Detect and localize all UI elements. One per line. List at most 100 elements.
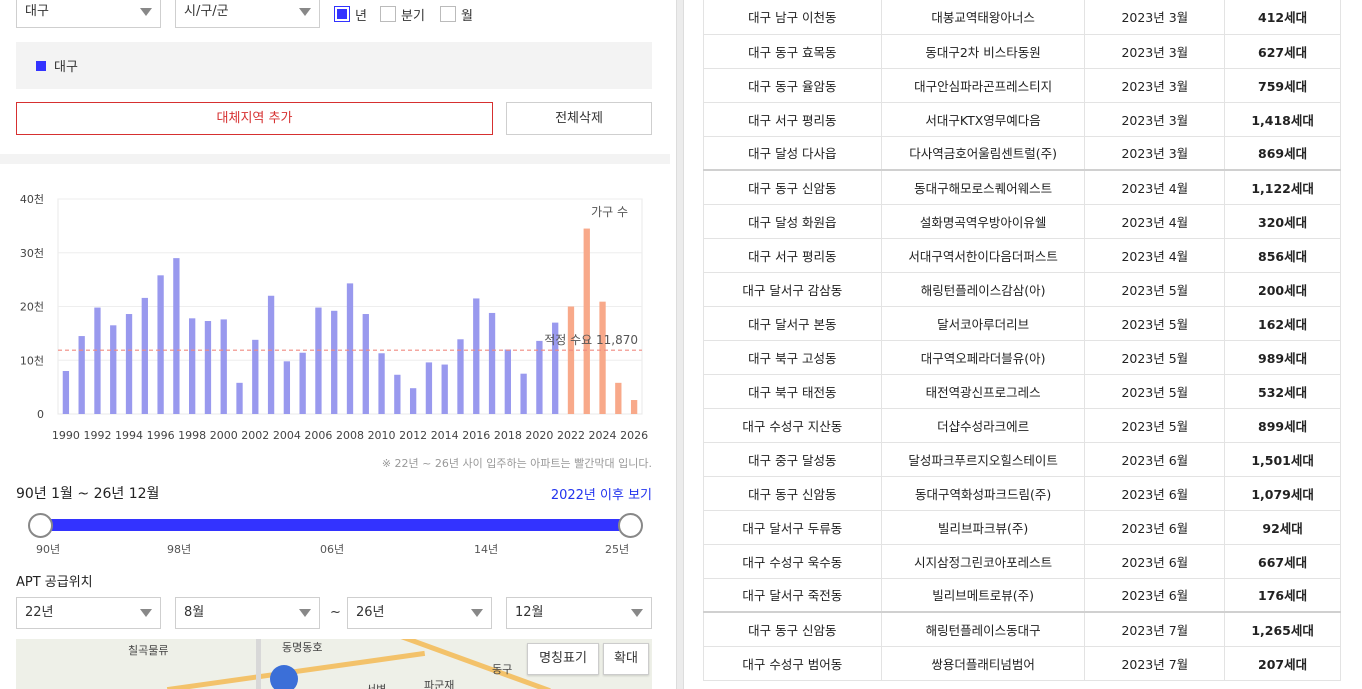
table-row[interactable]: 대구 수성구 욱수동 시지삼정그린코아포레스트 2023년 6월 667세대	[703, 544, 1341, 579]
range-slider-end-handle[interactable]	[618, 513, 643, 538]
table-row[interactable]: 대구 동구 효목동 동대구2차 비스타동원 2023년 3월 627세대	[703, 34, 1341, 69]
show-names-button[interactable]: 명칭표기	[527, 643, 599, 675]
chart-bar	[362, 314, 369, 414]
from-month-select[interactable]: 8월	[175, 597, 320, 629]
row-units: 412세대	[1224, 0, 1341, 35]
row-region: 대구 서구 평리동	[703, 238, 882, 273]
map-label: 파군재	[424, 679, 455, 689]
x-tick-label: 2024	[589, 429, 617, 442]
x-tick-label: 2010	[368, 429, 396, 442]
table-row[interactable]: 대구 동구 신암동 해링턴플레이스동대구 2023년 7월 1,265세대	[703, 611, 1341, 647]
table-row[interactable]: 대구 북구 태전동 태전역광신프로그레스 2023년 5월 532세대	[703, 374, 1341, 409]
table-row[interactable]: 대구 남구 이천동 대봉교역태왕아너스 2023년 3월 412세대	[703, 0, 1341, 35]
chart-bar	[441, 364, 448, 414]
add-region-button[interactable]: 대체지역 추가	[16, 102, 493, 135]
x-tick-label: 2016	[462, 429, 490, 442]
table-row[interactable]: 대구 서구 평리동 서대구역서한이다음더퍼스트 2023년 4월 856세대	[703, 238, 1341, 273]
supply-bar-chart: 010천20천30천40천1990 1992 1994 1996 1998 2000 200…	[20, 192, 648, 442]
chart-note: ※ 22년 ~ 26년 사이 입주하는 아파트는 빨간막대 입니다.	[381, 457, 652, 470]
x-tick-label: 2008	[336, 429, 364, 442]
table-row[interactable]: 대구 동구 신암동 동대구해모로스퀘어웨스트 2023년 4월 1,122세대	[703, 169, 1341, 205]
row-apt-name: 동대구2차 비스타동원	[880, 34, 1086, 69]
map-marker-icon[interactable]	[270, 665, 298, 689]
table-row[interactable]: 대구 북구 고성동 대구역오페라더블유(아) 2023년 5월 989세대	[703, 340, 1341, 375]
row-region: 대구 달서구 죽전동	[703, 578, 882, 613]
x-tick-label: 2026	[620, 429, 648, 442]
period-quarter-checkbox[interactable]: 분기	[380, 4, 425, 24]
row-region: 대구 동구 신암동	[703, 476, 882, 511]
table-row[interactable]: 대구 중구 달성동 달성파크푸르지오힐스테이트 2023년 6월 1,501세대	[703, 442, 1341, 477]
slider-tick: 90년	[36, 543, 61, 556]
zoom-button[interactable]: 확대	[603, 643, 649, 675]
panel-divider[interactable]	[676, 0, 684, 689]
table-row[interactable]: 대구 동구 신암동 동대구역화성파크드림(주) 2023년 6월 1,079세대	[703, 476, 1341, 511]
chart-bar	[110, 325, 117, 414]
row-apt-name: 대구안심파라곤프레스티지	[880, 68, 1086, 103]
table-row[interactable]: 대구 수성구 범어동 쌍용더플래티넘범어 2023년 7월 207세대	[703, 646, 1341, 681]
table-row[interactable]: 대구 달서구 죽전동 빌리브메트로뷰(주) 2023년 6월 176세대	[703, 578, 1341, 613]
row-units: 162세대	[1224, 306, 1341, 341]
x-tick-label: 2004	[273, 429, 301, 442]
chevron-down-icon	[140, 609, 152, 617]
table-row[interactable]: 대구 달서구 본동 달서코아루더리브 2023년 5월 162세대	[703, 306, 1341, 341]
chart-bar	[473, 298, 480, 414]
row-apt-name: 설화명곡역우방아이유쉘	[880, 204, 1086, 239]
apartment-table-panel: 대구 남구 이천동 대봉교역태왕아너스 2023년 3월 412세대 대구 동구 효목동…	[703, 0, 1341, 689]
chart-bar	[62, 371, 70, 414]
row-move-in-date: 2023년 6월	[1084, 544, 1226, 579]
chart-bar	[220, 319, 227, 414]
delete-all-button[interactable]: 전체삭제	[506, 102, 652, 135]
chart-bar	[504, 349, 511, 414]
y-tick-label: 10천	[20, 353, 44, 367]
range-slider-start-handle[interactable]	[28, 513, 53, 538]
from-year-select[interactable]: 22년	[16, 597, 161, 629]
row-units: 176세대	[1224, 578, 1341, 613]
x-tick-label: 1992	[83, 429, 111, 442]
chevron-down-icon	[299, 609, 311, 617]
row-apt-name: 빌리브메트로뷰(주)	[880, 578, 1086, 613]
row-units: 1,079세대	[1224, 476, 1341, 511]
range-slider-track[interactable]	[40, 519, 630, 531]
table-row[interactable]: 대구 달성 다사읍 다사역금호어울림센트럴(주) 2023년 3월 869세대	[703, 136, 1341, 171]
y-tick-label: 30천	[20, 246, 44, 260]
x-tick-label: 2014	[431, 429, 459, 442]
to-month-select[interactable]: 12월	[506, 597, 652, 629]
x-tick-label: 1990	[52, 429, 80, 442]
chart-bar	[409, 388, 417, 414]
chart-bar	[283, 361, 291, 414]
apartment-supply-table: 대구 남구 이천동 대봉교역태왕아너스 2023년 3월 412세대 대구 동구 효목동…	[703, 0, 1341, 681]
y-tick-label: 0	[37, 408, 44, 421]
row-apt-name: 빌리브파크뷰(주)	[880, 510, 1086, 545]
table-row[interactable]: 대구 달성 화원읍 설화명곡역우방아이유쉘 2023년 4월 320세대	[703, 204, 1341, 239]
row-apt-name: 동대구해모로스퀘어웨스트	[880, 169, 1086, 205]
view-after-2022-link[interactable]: 2022년 이후 보기	[551, 484, 652, 503]
table-row[interactable]: 대구 달서구 두류동 빌리브파크뷰(주) 2023년 6월 92세대	[703, 510, 1341, 545]
slider-tick: 06년	[320, 543, 345, 556]
row-apt-name: 대봉교역태왕아너스	[880, 0, 1086, 35]
row-move-in-date: 2023년 3월	[1084, 0, 1226, 35]
to-year-select[interactable]: 26년	[347, 597, 492, 629]
row-move-in-date: 2023년 4월	[1084, 169, 1226, 205]
chart-bar	[488, 312, 496, 414]
table-row[interactable]: 대구 동구 율암동 대구안심파라곤프레스티지 2023년 3월 759세대	[703, 68, 1341, 103]
to-year-value: 26년	[356, 605, 385, 620]
row-units: 627세대	[1224, 34, 1341, 69]
period-month-label: 월	[461, 8, 473, 24]
chart-bar	[315, 307, 322, 414]
row-move-in-date: 2023년 4월	[1084, 238, 1226, 273]
row-apt-name: 다사역금호어울림센트럴(주)	[880, 136, 1086, 171]
period-year-checkbox[interactable]: 년	[334, 4, 367, 24]
x-tick-label: 2006	[304, 429, 332, 442]
region-select[interactable]: 대구	[16, 0, 161, 28]
table-row[interactable]: 대구 서구 평리동 서대구KTX영무예다음 2023년 3월 1,418세대	[703, 102, 1341, 137]
chart-bar	[252, 339, 259, 414]
row-region: 대구 수성구 지산동	[703, 408, 882, 443]
row-units: 856세대	[1224, 238, 1341, 273]
district-select[interactable]: 시/구/군	[175, 0, 320, 28]
left-panel: 대구 시/구/군 년 분기 월 대구 대체지역 추가 전체삭제 0 10천 20천 3…	[0, 0, 670, 689]
table-row[interactable]: 대구 수성구 지산동 더샵수성라크에르 2023년 5월 899세대	[703, 408, 1341, 443]
table-row[interactable]: 대구 달서구 감삼동 해링턴플레이스감삼(아) 2023년 5월 200세대	[703, 272, 1341, 307]
chevron-down-icon	[471, 609, 483, 617]
to-month-value: 12월	[515, 605, 544, 620]
period-month-checkbox[interactable]: 월	[440, 4, 473, 24]
